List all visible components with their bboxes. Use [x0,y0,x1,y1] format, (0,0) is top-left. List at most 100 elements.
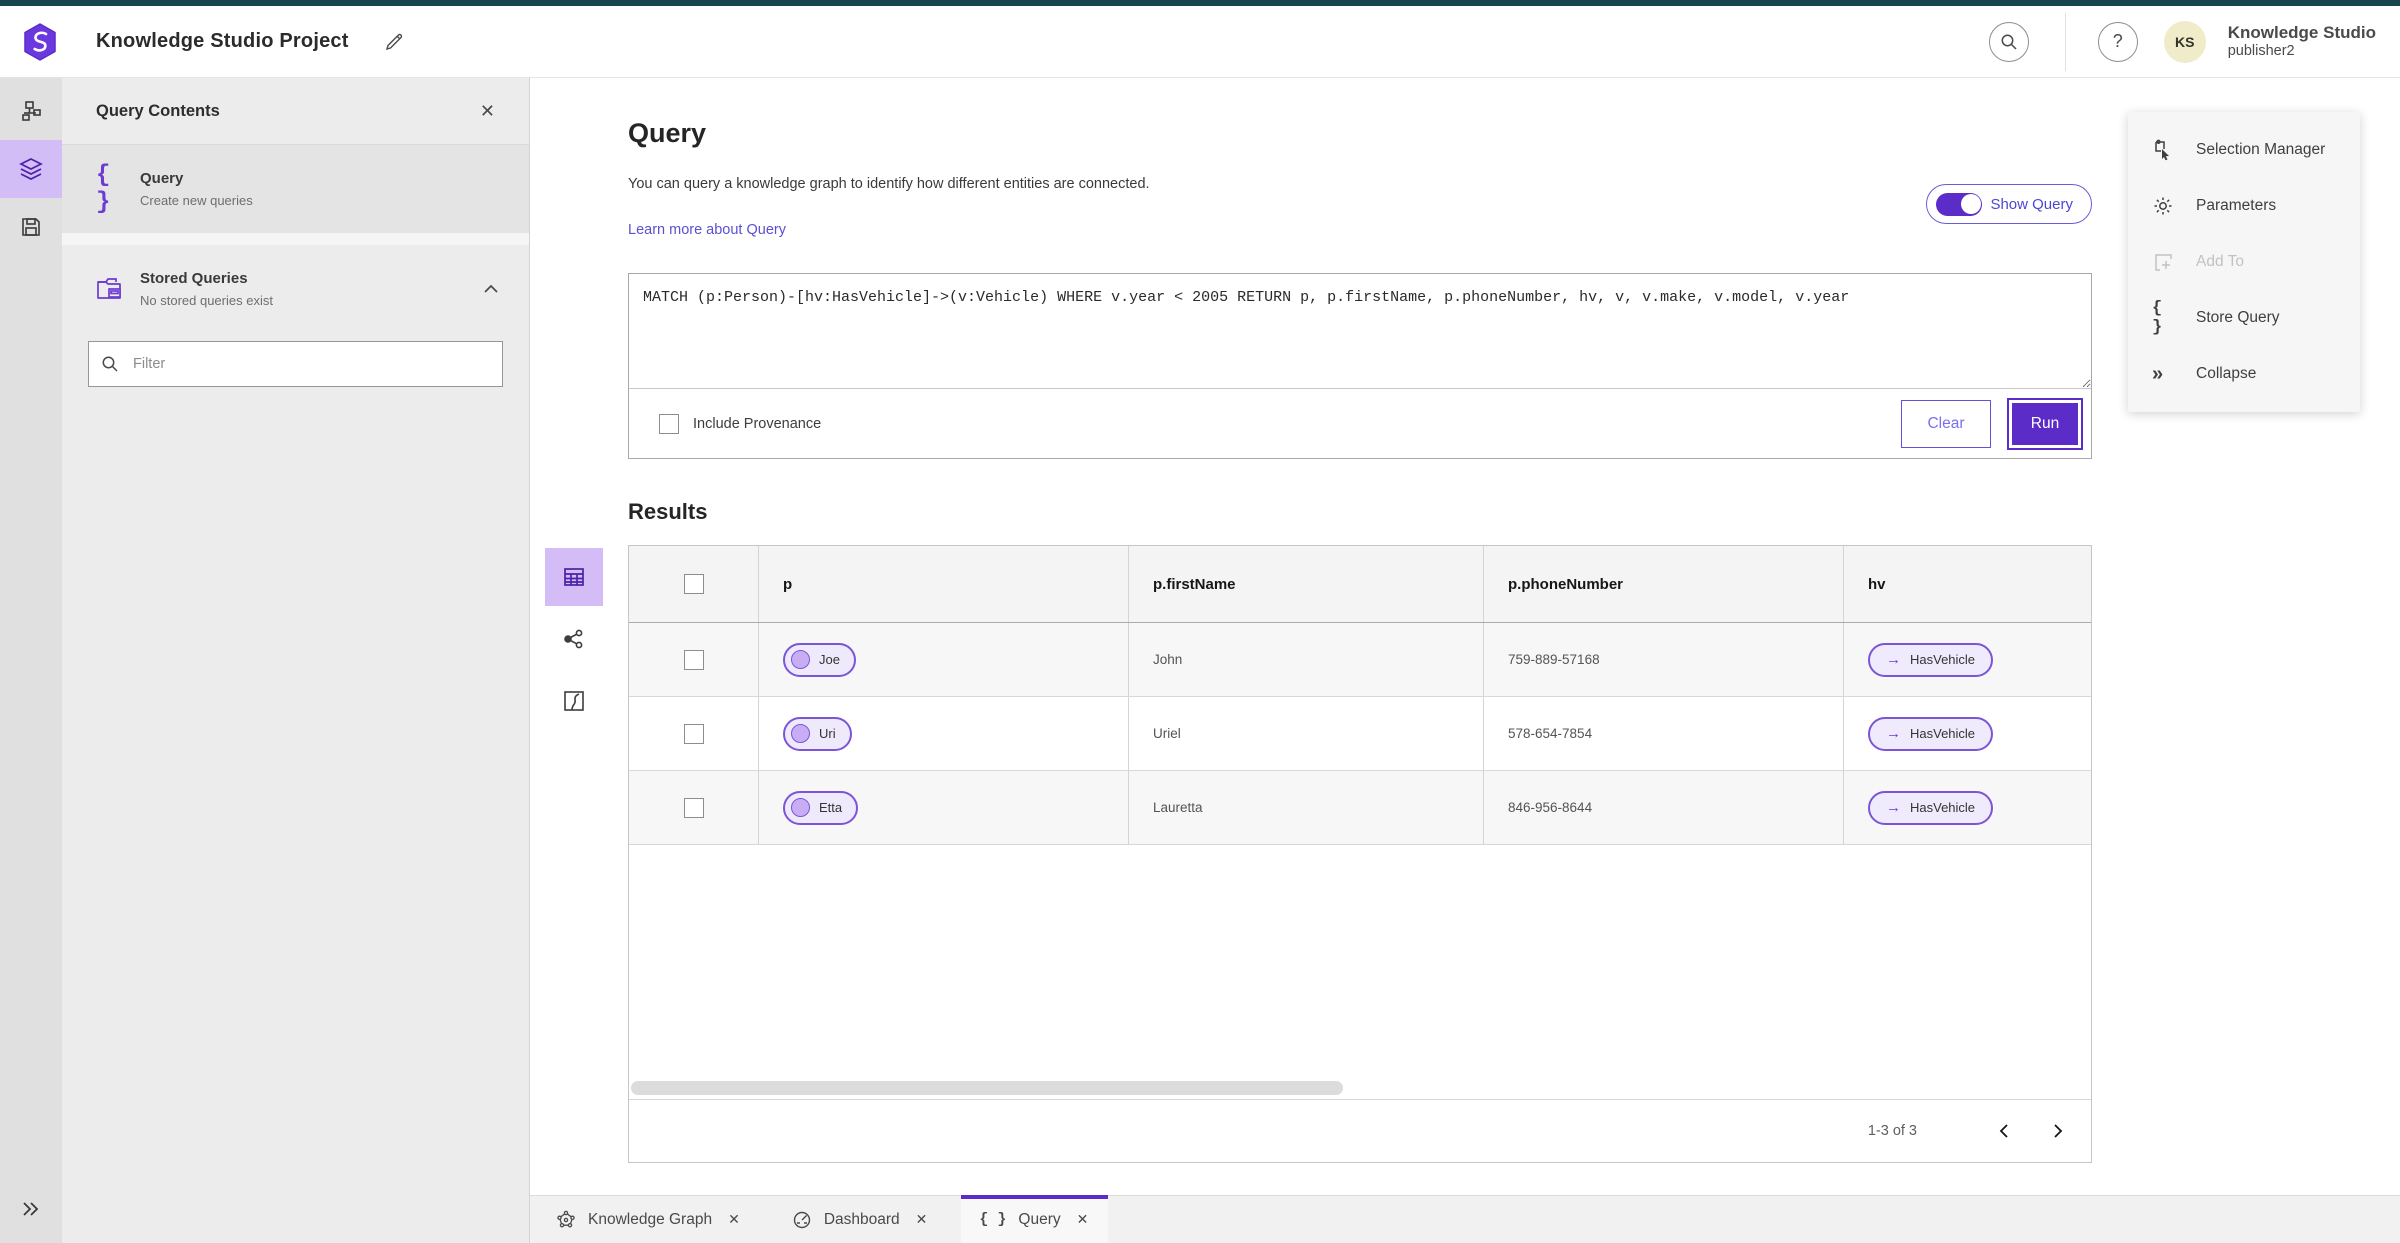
expand-rail-button[interactable] [0,1201,62,1217]
query-editor-input[interactable]: MATCH (p:Person)-[hv:HasVehicle]->(v:Veh… [629,274,2091,388]
clear-button[interactable]: Clear [1901,399,1991,448]
relationship-pill[interactable]: → HasVehicle [1868,790,1994,825]
user-role: publisher2 [2227,43,2295,59]
filter-search-icon [101,355,119,373]
sidebar-item-query[interactable]: { } Query Create new queries [62,145,529,233]
filter-field [88,341,503,387]
pencil-icon [383,31,405,53]
sidebar-item-save[interactable] [0,198,62,256]
select-all-checkbox[interactable] [683,574,704,594]
panel-header: Query Contents ✕ [62,78,529,144]
arrow-right-icon: → [1886,799,1901,816]
add-to-item[interactable]: Add To [2128,234,2360,290]
arrow-right-icon: → [1886,725,1901,742]
cell-phonenumber: 578-654-7854 [1508,726,1593,741]
map-view-button[interactable] [545,672,603,730]
close-tab-button[interactable]: ✕ [726,1209,742,1230]
relationship-pill[interactable]: → HasVehicle [1868,716,1994,751]
store-query-item[interactable]: { } Store Query [2128,290,2360,346]
relationship-pill[interactable]: → HasVehicle [1868,642,1994,677]
menu-item-label: Parameters [2196,197,2277,214]
panel-title: Query Contents [96,101,220,120]
close-tab-button[interactable]: ✕ [1075,1209,1091,1230]
cell-phonenumber: 759-889-57168 [1508,652,1600,667]
graph-view-button[interactable] [545,610,603,668]
app-logo-icon[interactable] [20,22,60,62]
menu-item-label: Collapse [2196,365,2257,382]
chevron-up-icon[interactable] [483,284,499,294]
search-button[interactable] [1988,21,2029,62]
query-contents-panel: Query Contents ✕ { } Query Create new qu… [62,78,530,1243]
table-row: Joe John 759-889-57168 → HasVehicle [629,623,2091,697]
node-dot-icon [791,798,810,817]
table-row: Etta Lauretta 846-956-8644 → HasVehicle [629,771,2091,845]
help-button[interactable]: ? [2097,21,2138,62]
filter-input[interactable] [131,355,490,373]
include-provenance-checkbox[interactable] [659,413,679,434]
column-header-phonenumber[interactable]: p.phoneNumber [1508,576,1623,593]
page-description: You can query a knowledge graph to ident… [628,176,1150,192]
node-dot-icon [791,724,810,743]
braces-icon: { } [2152,299,2163,337]
node-pill[interactable]: Etta [783,790,859,825]
query-item-sublabel: Create new queries [140,192,253,208]
left-icon-rail [0,78,62,1243]
hierarchy-icon [19,99,43,123]
topbar-divider [2064,12,2066,71]
include-provenance-label: Include Provenance [693,415,822,432]
bottom-tab-bar: Knowledge Graph ✕ Dashboard ✕ { } Query … [530,1195,2400,1243]
collapse-item[interactable]: » Collapse [2128,346,2360,402]
sidebar-item-layers[interactable] [0,140,62,198]
double-chevron-right-icon: » [2152,362,2164,385]
toggle-switch-on[interactable] [1936,192,1983,216]
selection-manager-item[interactable]: Selection Manager [2128,122,2360,178]
row-checkbox[interactable] [683,797,704,818]
tab-query[interactable]: { } Query ✕ [961,1195,1109,1243]
tab-label: Dashboard [823,1210,900,1228]
column-header-p[interactable]: p [783,576,792,593]
close-icon: ✕ [479,100,495,121]
node-pill-label: Uri [819,726,836,741]
column-header-hv[interactable]: hv [1868,576,1886,593]
stored-queries-sublabel: No stored queries exist [140,292,273,308]
row-checkbox[interactable] [683,649,704,670]
braces-icon: { } [96,162,113,216]
query-editor-box: MATCH (p:Person)-[hv:HasVehicle]->(v:Veh… [628,273,2092,459]
edit-project-title-button[interactable] [379,27,409,57]
query-command-row: Include Provenance Clear Run [629,388,2091,458]
table-view-button[interactable] [545,548,603,606]
close-tab-button[interactable]: ✕ [914,1209,930,1230]
node-pill[interactable]: Joe [783,642,856,677]
save-icon [19,215,43,239]
node-pill-label: Joe [819,652,840,667]
tab-knowledge-graph[interactable]: Knowledge Graph ✕ [538,1196,760,1243]
double-chevron-right-icon [21,1201,41,1217]
next-page-button[interactable] [2045,1117,2071,1145]
results-title: Results [628,499,708,524]
menu-item-label: Add To [2196,253,2244,270]
cell-firstname: Uriel [1153,726,1181,741]
relationship-pill-label: HasVehicle [1910,726,1976,741]
show-query-toggle[interactable]: Show Query [1926,184,2092,224]
sidebar-item-stored-queries[interactable]: Stored Queries No stored queries exist [62,245,529,333]
learn-more-link[interactable]: Learn more about Query [628,222,786,238]
pagination-range: 1-3 of 3 [1867,1123,1917,1139]
close-panel-button[interactable]: ✕ [476,97,499,126]
previous-page-button[interactable] [1991,1117,2017,1145]
horizontal-scrollbar[interactable] [629,1077,2091,1099]
app-window: Knowledge Studio Project ? KS Knowledge … [0,0,2400,1243]
map-icon [562,689,586,713]
query-actions-menu: Selection Manager Parameters Add To {} … [2128,112,2360,412]
folder-icon [96,276,140,302]
column-header-firstname[interactable]: p.firstName [1153,576,1236,593]
parameters-item[interactable]: Parameters [2128,178,2360,234]
row-checkbox[interactable] [683,723,704,744]
scrollbar-thumb[interactable] [631,1081,1343,1095]
selection-manager-icon [2152,139,2180,161]
node-pill[interactable]: Uri [783,716,852,751]
run-button[interactable]: Run [2007,397,2083,450]
avatar[interactable]: KS [2163,20,2206,63]
tab-dashboard[interactable]: Dashboard ✕ [774,1196,948,1243]
sidebar-item-hierarchy[interactable] [0,82,62,140]
chevron-left-icon [1997,1123,2011,1139]
